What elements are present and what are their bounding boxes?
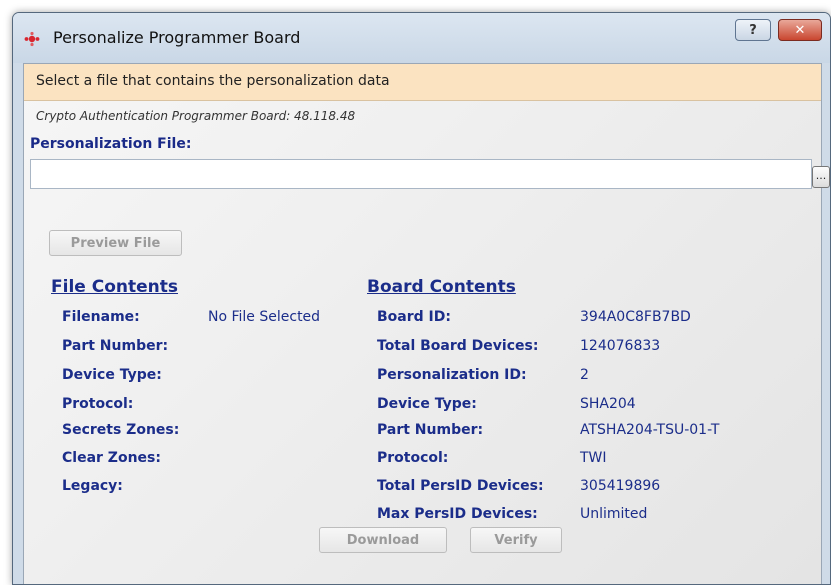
close-icon: ✕ (794, 22, 806, 38)
title-bar[interactable]: Personalize Programmer Board ? ✕ (13, 13, 830, 63)
help-icon: ? (749, 22, 757, 38)
file-row-label: Device Type: (62, 367, 162, 383)
board-row-label: Total Board Devices: (377, 338, 539, 354)
file-contents-title: File Contents (51, 277, 178, 297)
app-dots-icon (23, 30, 41, 48)
personalization-file-input[interactable] (30, 159, 812, 189)
board-row-label: Personalization ID: (377, 367, 527, 383)
download-button[interactable]: Download (319, 527, 447, 553)
window-title: Personalize Programmer Board (53, 28, 301, 47)
board-row-label: Total PersID Devices: (377, 478, 544, 494)
board-row-value: 394A0C8FB7BD (580, 309, 691, 325)
board-row-label: Protocol: (377, 450, 449, 466)
browse-button[interactable]: ... (812, 166, 830, 188)
board-row-label: Max PersID Devices: (377, 506, 538, 522)
board-row-label: Board ID: (377, 309, 451, 325)
file-row-label: Clear Zones: (62, 450, 161, 466)
file-row-label: Part Number: (62, 338, 169, 354)
file-row-label: Legacy: (62, 478, 123, 494)
verify-button[interactable]: Verify (470, 527, 562, 553)
board-info-text: Crypto Authentication Programmer Board: … (36, 109, 356, 123)
personalize-window: Personalize Programmer Board ? ✕ Select … (12, 12, 831, 585)
board-contents-title: Board Contents (367, 277, 516, 297)
file-row-label: Protocol: (62, 396, 134, 412)
board-row-value: TWI (580, 450, 607, 466)
instruction-banner: Select a file that contains the personal… (24, 64, 821, 101)
board-row-label: Part Number: (377, 422, 484, 438)
file-row-value: No File Selected (208, 309, 321, 325)
dialog-body: Select a file that contains the personal… (23, 63, 830, 584)
close-button[interactable]: ✕ (778, 19, 822, 41)
board-row-value: 124076833 (580, 338, 661, 354)
help-button[interactable]: ? (735, 19, 771, 41)
file-row-label: Secrets Zones: (62, 422, 180, 438)
board-row-value: SHA204 (580, 396, 636, 412)
board-row-value: Unlimited (580, 506, 648, 522)
board-row-label: Device Type: (377, 396, 477, 412)
personalization-file-label: Personalization File: (30, 136, 192, 152)
file-row-label: Filename: (62, 309, 140, 325)
board-row-value: 2 (580, 367, 589, 383)
preview-file-button[interactable]: Preview File (49, 230, 182, 256)
board-row-value: ATSHA204-TSU-01-T (580, 422, 720, 438)
board-row-value: 305419896 (580, 478, 661, 494)
